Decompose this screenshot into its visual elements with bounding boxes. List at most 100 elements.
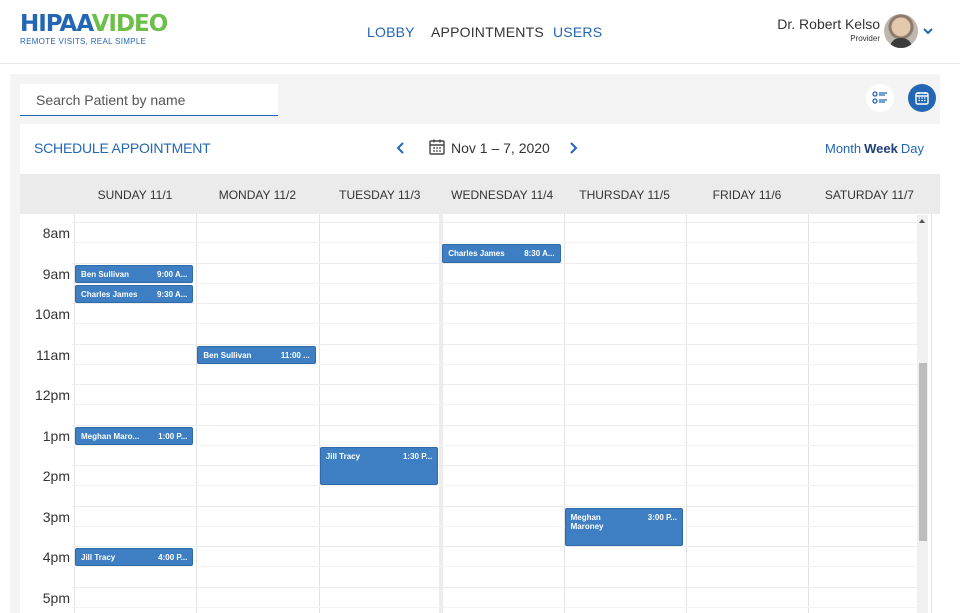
grid-column-line [930, 214, 932, 613]
day-header: SUNDAY 11/1 [97, 188, 173, 202]
appointment-event[interactable]: Ben Sullivan 9:00 A... [75, 264, 194, 283]
time-label: 10am [34, 306, 70, 322]
appointment-patient: Ben Sullivan [203, 350, 252, 360]
appointment-time: 9:00 A... [157, 269, 188, 279]
scrollbar[interactable] [917, 215, 928, 613]
list-view-button[interactable] [866, 84, 894, 112]
user-name: Dr. Robert Kelso [777, 16, 880, 32]
hour-line [72, 424, 927, 426]
hour-line [72, 222, 927, 223]
appointment-time: 8:30 A... [524, 249, 555, 259]
user-role: Provider [850, 34, 880, 43]
half-hour-line [72, 323, 927, 325]
schedule-title[interactable]: SCHEDULE APPOINTMENT [34, 140, 211, 156]
calendar-view-button[interactable] [908, 84, 936, 112]
current-day-marker [439, 214, 444, 613]
hour-line [72, 262, 927, 264]
search-input[interactable] [20, 84, 278, 116]
appointment-event[interactable]: Meghan Maro... 1:00 P... [75, 426, 194, 445]
hour-line [72, 505, 927, 507]
appointment-event[interactable]: Charles James 9:30 A... [75, 284, 194, 303]
half-hour-line [72, 485, 927, 487]
main-area: SCHEDULE APPOINTMENT Nov 1 – 7, 2020 Mon… [10, 74, 940, 613]
day-header: MONDAY 11/2 [218, 188, 297, 202]
schedule-panel: SCHEDULE APPOINTMENT Nov 1 – 7, 2020 Mon… [20, 124, 940, 613]
grid-column-line [318, 214, 320, 613]
appointment-patient: Charles James [81, 289, 138, 299]
grid-column-line [808, 214, 810, 613]
time-label: 4pm [42, 549, 70, 565]
appointment-patient: Jill Tracy [81, 553, 116, 562]
appointment-patient: Meghan Maroney [570, 512, 604, 531]
nav-users[interactable]: USERS [553, 24, 602, 40]
time-label: 12pm [34, 387, 70, 403]
appointment-event[interactable]: Charles James 8:30 A... [442, 244, 561, 263]
appointment-event[interactable]: Ben Sullivan 11:00 ... [197, 345, 316, 364]
day-header: WEDNESDAY 11/4 [451, 188, 554, 202]
appointment-patient: Meghan Maro... [81, 431, 140, 441]
half-hour-line [72, 282, 927, 284]
logo-wordmark: HIPAAVIDEO [20, 11, 169, 37]
view-week[interactable]: Week [864, 141, 898, 156]
time-label: 8am [42, 225, 70, 241]
day-header: THURSDAY 11/5 [579, 188, 670, 202]
grid-column-line [563, 214, 565, 613]
half-hour-line [72, 606, 927, 608]
appointment-time: 4:00 P... [158, 553, 188, 562]
hour-line [72, 384, 927, 385]
list-icon [872, 91, 887, 104]
half-hour-line [72, 404, 927, 406]
half-hour-line [72, 444, 927, 446]
day-header: SATURDAY 11/7 [824, 188, 914, 202]
time-label: 3pm [42, 508, 70, 525]
user-info[interactable]: Dr. Robert Kelso Provider [777, 16, 880, 43]
appointment-time: 11:00 ... [280, 350, 310, 360]
half-hour-line [72, 242, 927, 244]
half-hour-line [72, 566, 927, 568]
time-label: 1pm [42, 427, 70, 444]
appointment-time: 1:00 P... [158, 431, 188, 441]
view-switcher: Month Week Day [825, 141, 924, 156]
appointment-event[interactable]: Jill Tracy 1:30 P... [319, 446, 439, 486]
time-label: 9am [42, 265, 70, 282]
logo-right: VIDEO [91, 11, 169, 37]
logo-left: HIPAA [20, 11, 93, 37]
hour-line [72, 303, 927, 304]
day-header: TUESDAY 11/3 [339, 188, 421, 202]
appointment-patient: Charles James [448, 249, 505, 259]
appointment-patient: Jill Tracy [325, 451, 361, 461]
chevron-right-icon[interactable] [566, 140, 580, 156]
avatar[interactable] [884, 14, 918, 48]
calendar-icon [915, 92, 929, 105]
grid-column-line [196, 214, 198, 613]
half-hour-line [72, 363, 927, 365]
nav-lobby[interactable]: LOBBY [367, 24, 415, 40]
logo-tagline: REMOTE VISITS, REAL SIMPLE [20, 37, 147, 46]
time-label: 11am [36, 346, 70, 363]
hour-line [72, 343, 927, 345]
scroll-up-arrow[interactable] [919, 219, 925, 223]
grid-column-line [686, 214, 687, 613]
scrollbar-thumb[interactable] [919, 363, 927, 541]
top-header: HIPAAVIDEO REMOTE VISITS, REAL SIMPLE LO… [0, 0, 960, 64]
nav-appointments[interactable]: APPOINTMENTS [431, 24, 544, 40]
chevron-left-icon[interactable] [394, 140, 408, 156]
view-day[interactable]: Day [901, 141, 924, 156]
appointment-time: 1:30 P... [402, 451, 433, 461]
appointment-time: 9:30 A... [157, 289, 188, 299]
week-grid[interactable]: 8am 9am 10am 11am 12pm 1pm 2pm 3pm 4pm 5pm Ben Sul… [20, 214, 940, 613]
calendar-icon [429, 139, 445, 155]
time-label: 5pm [42, 589, 70, 606]
view-month[interactable]: Month [825, 141, 861, 156]
date-range: Nov 1 – 7, 2020 [451, 140, 550, 156]
appointment-event[interactable]: Meghan Maroney 3:00 P... [564, 507, 683, 546]
appointment-event[interactable]: Jill Tracy 4:00 P... [75, 548, 194, 567]
hour-line [72, 465, 927, 466]
logo[interactable]: HIPAAVIDEO REMOTE VISITS, REAL SIMPLE [20, 11, 169, 46]
chevron-down-icon[interactable] [922, 26, 934, 36]
day-header: FRIDAY 11/6 [712, 188, 782, 202]
hour-line [72, 546, 927, 547]
hour-line [72, 586, 927, 588]
time-label: 2pm [42, 468, 70, 484]
appointment-patient: Ben Sullivan [81, 269, 130, 279]
